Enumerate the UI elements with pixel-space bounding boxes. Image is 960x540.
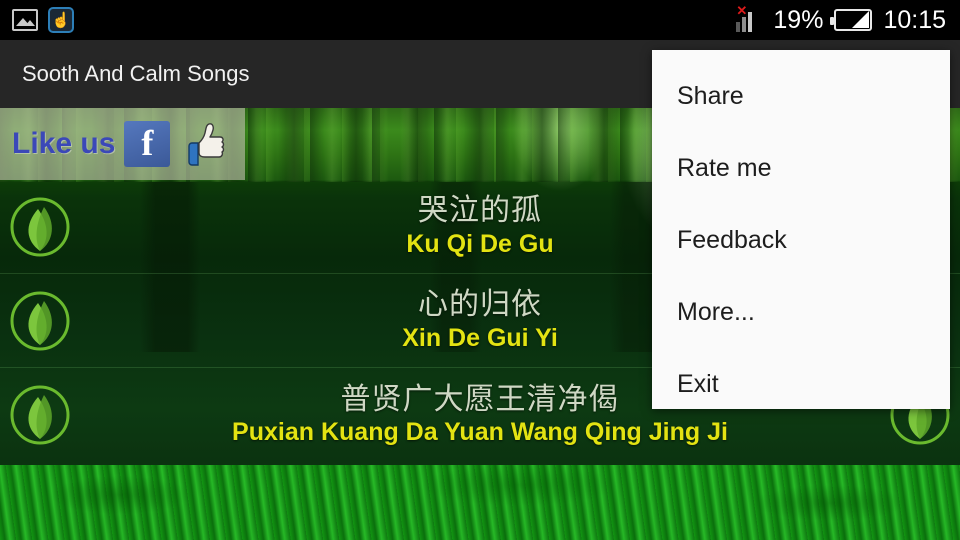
song-title-chinese: 哭泣的孤 bbox=[418, 193, 542, 229]
battery-fill bbox=[852, 11, 870, 28]
like-us-label: Like us bbox=[12, 127, 116, 160]
leaf-icon bbox=[8, 383, 72, 447]
touch-pointer-glyph: ☝ bbox=[51, 11, 71, 29]
menu-item-exit[interactable]: Exit bbox=[652, 348, 950, 420]
menu-item-label: Exit bbox=[677, 369, 719, 398]
signal-x-mark: ✕ bbox=[736, 3, 748, 18]
screenshot-icon bbox=[12, 9, 38, 31]
grass-texture bbox=[0, 465, 960, 540]
signal-bar-2 bbox=[742, 17, 747, 32]
menu-item-share[interactable]: Share bbox=[652, 60, 950, 132]
menu-item-label: Share bbox=[677, 81, 744, 110]
menu-item-feedback[interactable]: Feedback bbox=[652, 204, 950, 276]
page-title: Sooth And Calm Songs bbox=[22, 61, 250, 86]
menu-item-more[interactable]: More... bbox=[652, 276, 950, 348]
song-title-chinese: 普贤广大愿王清净偈 bbox=[340, 381, 620, 417]
status-bar: ☝ ✕ 19% 10:15 bbox=[0, 0, 960, 40]
overflow-menu: Share Rate me Feedback More... Exit bbox=[652, 50, 950, 409]
menu-item-label: More... bbox=[677, 297, 755, 326]
clock-label: 10:15 bbox=[883, 5, 946, 34]
touch-pointer-icon: ☝ bbox=[48, 7, 74, 33]
song-title-pinyin: Xin De Gui Yi bbox=[402, 323, 558, 352]
menu-item-rate-me[interactable]: Rate me bbox=[652, 132, 950, 204]
leaf-icon bbox=[8, 195, 72, 259]
like-us-banner[interactable]: Like us f bbox=[0, 108, 245, 180]
device-screen: ☝ ✕ 19% 10:15 Sooth And Calm Songs Like … bbox=[0, 0, 960, 540]
song-title-pinyin: Puxian Kuang Da Yuan Wang Qing Jing Ji bbox=[232, 418, 728, 447]
battery-icon bbox=[830, 9, 873, 31]
signal-bar-1 bbox=[736, 22, 741, 32]
facebook-glyph: f bbox=[141, 122, 154, 163]
facebook-icon[interactable]: f bbox=[124, 121, 171, 167]
status-bar-right-icons: ✕ 19% 10:15 bbox=[736, 4, 960, 35]
signal-bar-3 bbox=[748, 12, 753, 32]
song-title-chinese: 心的归依 bbox=[418, 287, 542, 323]
thumbs-up-icon bbox=[179, 119, 227, 169]
battery-percent-label: 19% bbox=[773, 5, 824, 34]
leaf-icon bbox=[8, 289, 72, 353]
menu-item-label: Feedback bbox=[677, 225, 787, 254]
song-title-pinyin: Ku Qi De Gu bbox=[406, 229, 554, 258]
status-bar-left-icons: ☝ bbox=[0, 7, 74, 33]
menu-item-label: Rate me bbox=[677, 153, 772, 182]
signal-no-service-icon: ✕ bbox=[736, 4, 762, 32]
